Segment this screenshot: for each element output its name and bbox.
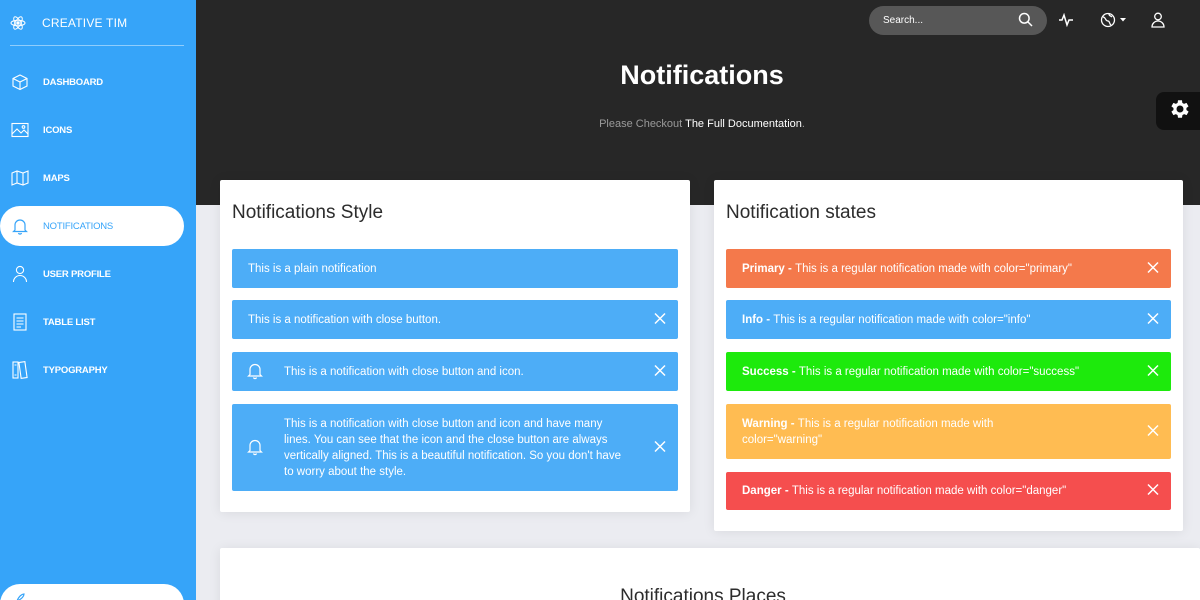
close-icon[interactable] bbox=[654, 440, 666, 455]
sidebar-item-notifications[interactable]: NOTIFICATIONS bbox=[0, 206, 184, 246]
notification-label: Primary - bbox=[742, 262, 796, 275]
bell-icon bbox=[246, 361, 264, 382]
close-icon[interactable] bbox=[1147, 364, 1159, 379]
close-icon[interactable] bbox=[1147, 424, 1159, 439]
sidebar-item-user-profile[interactable]: USER PROFILE bbox=[0, 254, 184, 294]
bell-icon bbox=[10, 216, 30, 236]
sidebar-item-upgrade[interactable] bbox=[0, 584, 184, 600]
bell-icon bbox=[246, 437, 264, 458]
notification-text: Warning - This is a regular notification… bbox=[726, 416, 1046, 448]
activity-icon[interactable] bbox=[1058, 13, 1074, 27]
notification-label: Info - bbox=[742, 313, 774, 326]
user-menu-icon[interactable] bbox=[1151, 12, 1165, 28]
notification-message: This is a regular notification made with… bbox=[773, 313, 1031, 326]
notification-label: Success - bbox=[742, 365, 799, 378]
subtitle-text: Please Checkout bbox=[599, 118, 683, 130]
notifications-places-card: Notifications Places bbox=[220, 548, 1200, 600]
typography-icon bbox=[10, 360, 30, 380]
sidebar-item-dashboard[interactable]: DASHBOARD bbox=[0, 62, 184, 102]
page-title: Notifications bbox=[620, 60, 784, 90]
notification-label: Warning - bbox=[742, 417, 798, 430]
card-title: Notifications Style bbox=[232, 202, 384, 223]
notification-with-close: This is a notification with close button… bbox=[232, 300, 678, 339]
main-panel: Notifications Please Checkout The Full D… bbox=[196, 0, 1200, 600]
notification-text: Info - This is a regular notification ma… bbox=[726, 312, 1030, 328]
sidebar-item-label: ICONS bbox=[43, 124, 73, 136]
notification-primary: Primary - This is a regular notification… bbox=[726, 249, 1171, 288]
gear-icon bbox=[1168, 97, 1192, 126]
sidebar-item-typography[interactable]: TYPOGRAPHY bbox=[0, 350, 184, 390]
notification-message: This is a regular notification made with… bbox=[798, 365, 1080, 378]
notification-multiline: This is a notification with close button… bbox=[232, 404, 678, 491]
sidebar-item-label: MAPS bbox=[43, 172, 70, 184]
notification-message: This is a regular notification made with… bbox=[795, 262, 1072, 275]
close-icon[interactable] bbox=[654, 312, 666, 327]
close-icon[interactable] bbox=[654, 364, 666, 379]
documentation-link[interactable]: The Full Documentation bbox=[685, 118, 802, 130]
sidebar-item-icons[interactable]: ICONS bbox=[0, 110, 184, 150]
brand[interactable]: CREATIVE TIM bbox=[10, 0, 184, 46]
cube-icon bbox=[10, 72, 30, 92]
brand-name: CREATIVE TIM bbox=[42, 15, 128, 30]
panel-header: Notifications Please Checkout The Full D… bbox=[196, 0, 1200, 205]
map-icon bbox=[10, 168, 30, 188]
notifications-style-card: Notifications Style This is a plain noti… bbox=[220, 180, 690, 512]
sidebar-item-label: USER PROFILE bbox=[43, 268, 111, 280]
notification-success: Success - This is a regular notification… bbox=[726, 352, 1171, 391]
notification-text: Primary - This is a regular notification… bbox=[726, 261, 1072, 277]
notification-text: This is a notification with close button… bbox=[284, 365, 524, 378]
rocket-icon bbox=[12, 592, 26, 600]
close-icon[interactable] bbox=[1147, 483, 1159, 499]
notification-info: Info - This is a regular notification ma… bbox=[726, 300, 1171, 339]
search-icon[interactable] bbox=[1018, 12, 1033, 32]
sidebar-item-table-list[interactable]: TABLE LIST bbox=[0, 302, 184, 342]
notification-text: This is a plain notification bbox=[248, 262, 377, 275]
sidebar-item-label: TABLE LIST bbox=[43, 316, 96, 328]
notification-danger: Danger - This is a regular notification … bbox=[726, 472, 1171, 510]
notification-message: This is a regular notification made with… bbox=[791, 485, 1067, 497]
notification-label: Danger - bbox=[742, 485, 792, 497]
settings-toggle[interactable] bbox=[1156, 92, 1200, 130]
user-icon bbox=[10, 264, 30, 284]
list-icon bbox=[10, 312, 30, 332]
close-icon[interactable] bbox=[1147, 312, 1159, 327]
notification-text: This is a notification with close button… bbox=[284, 417, 621, 478]
search-bar[interactable] bbox=[869, 6, 1047, 35]
notification-with-icon: This is a notification with close button… bbox=[232, 352, 678, 391]
close-icon[interactable] bbox=[1147, 261, 1159, 276]
sidebar-item-label: NOTIFICATIONS bbox=[43, 220, 114, 232]
sidebar: CREATIVE TIM DASHBOARD ICONS MAPS NOTIFI… bbox=[0, 0, 196, 600]
notification-text: Success - This is a regular notification… bbox=[726, 364, 1079, 380]
notification-states-card: Notification states Primary - This is a … bbox=[714, 180, 1183, 531]
sidebar-item-maps[interactable]: MAPS bbox=[0, 158, 184, 198]
plain-notification: This is a plain notification bbox=[232, 249, 678, 288]
notification-warning: Warning - This is a regular notification… bbox=[726, 404, 1171, 459]
notification-text: Danger - This is a regular notification … bbox=[726, 483, 1066, 499]
sidebar-item-label: TYPOGRAPHY bbox=[43, 364, 108, 376]
notification-text: This is a notification with close button… bbox=[248, 313, 442, 326]
globe-icon[interactable] bbox=[1100, 12, 1126, 28]
search-input[interactable] bbox=[883, 15, 1013, 26]
card-title: Notification states bbox=[726, 202, 876, 223]
subtitle-suffix: . bbox=[801, 118, 805, 130]
image-icon bbox=[10, 120, 30, 140]
sidebar-item-label: DASHBOARD bbox=[43, 76, 103, 88]
react-atom-icon bbox=[10, 15, 26, 31]
card-title: Notifications Places bbox=[620, 586, 786, 600]
page-subtitle: Please Checkout The Full Documentation. bbox=[196, 118, 1200, 130]
